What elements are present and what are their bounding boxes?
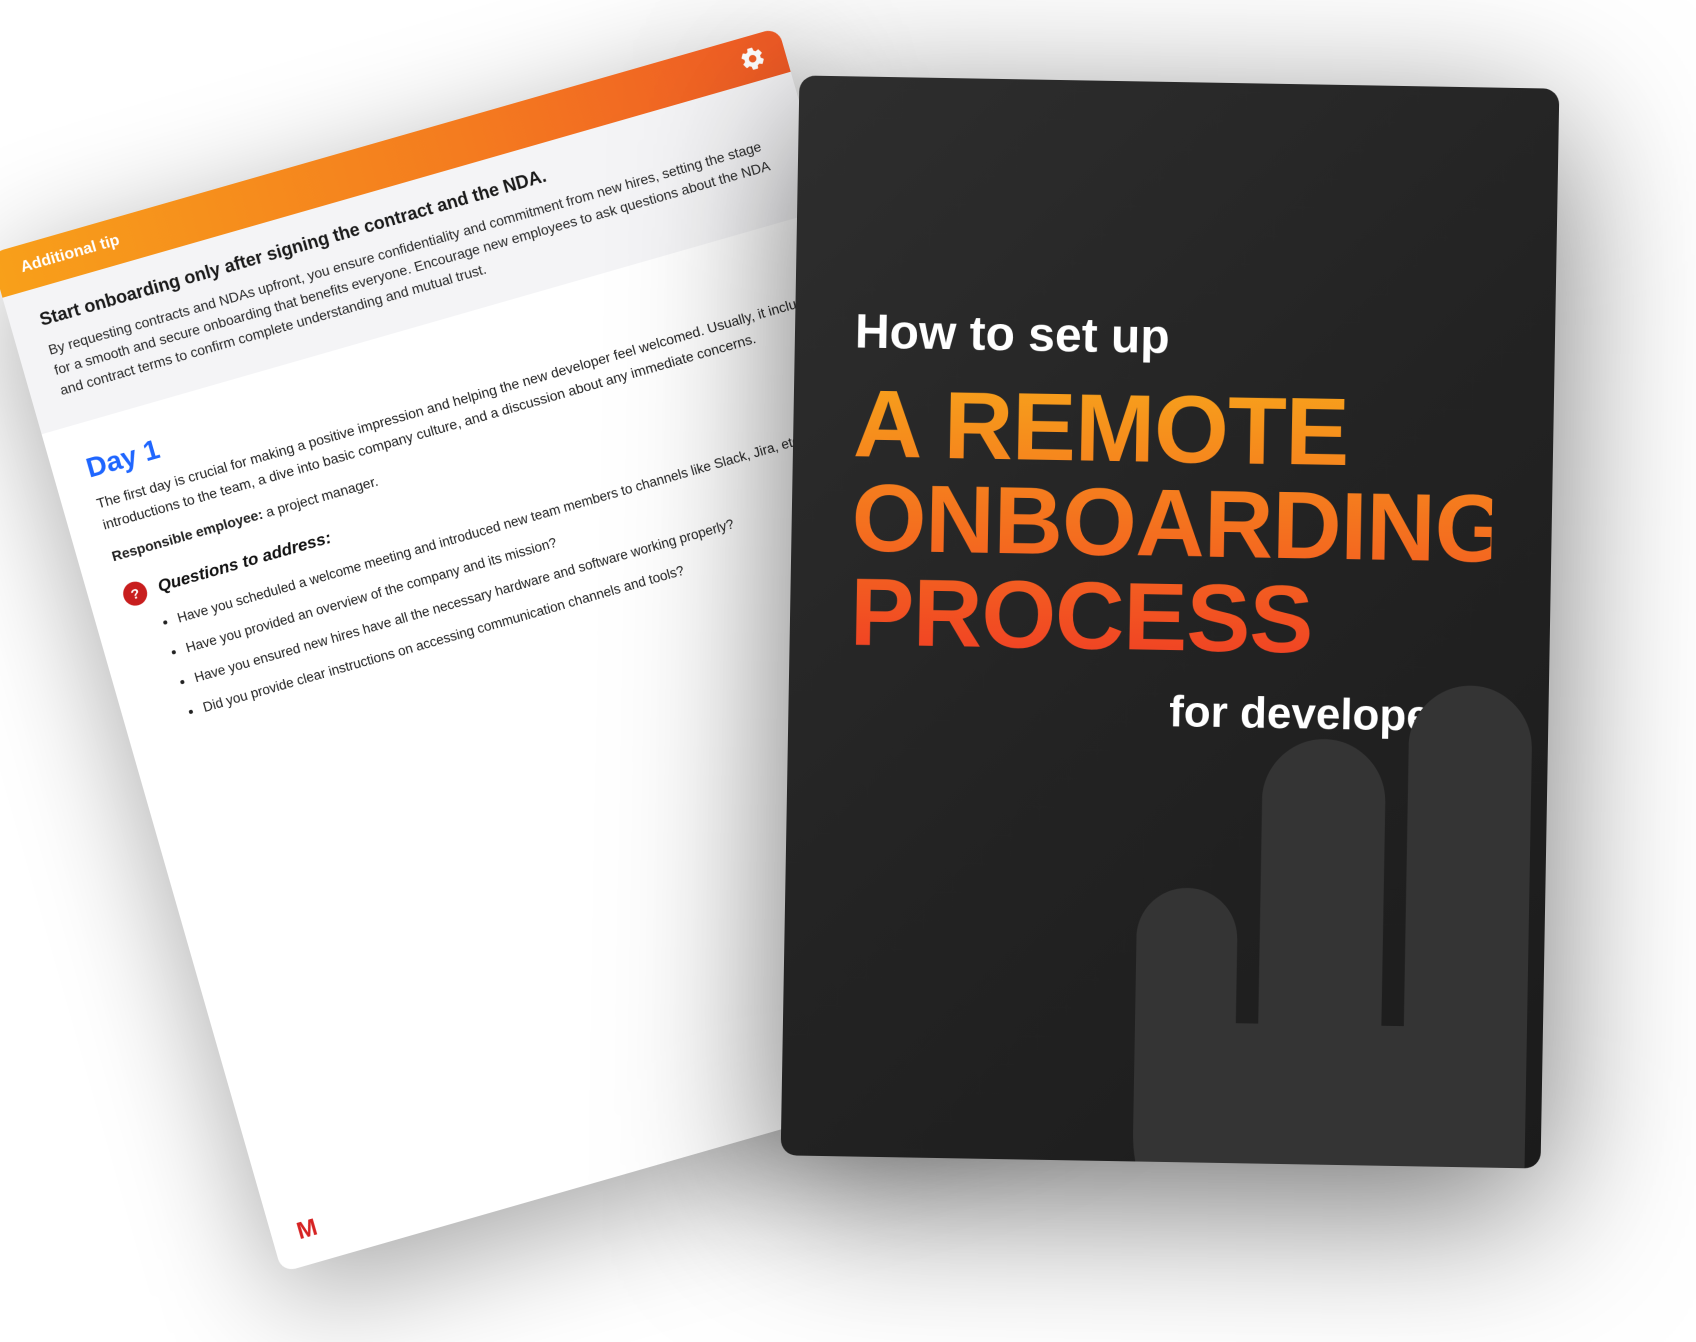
gear-icon xyxy=(737,43,769,75)
cover-page: How to set up A REMOTE ONBOARDING PROCES… xyxy=(781,75,1560,1168)
hand-rock-icon xyxy=(1020,600,1560,1169)
logo-m-icon: M xyxy=(294,1214,321,1246)
cover-surface: How to set up A REMOTE ONBOARDING PROCES… xyxy=(781,75,1560,1168)
cover-line1: How to set up xyxy=(855,306,1496,370)
question-mark-icon: ? xyxy=(120,579,150,609)
